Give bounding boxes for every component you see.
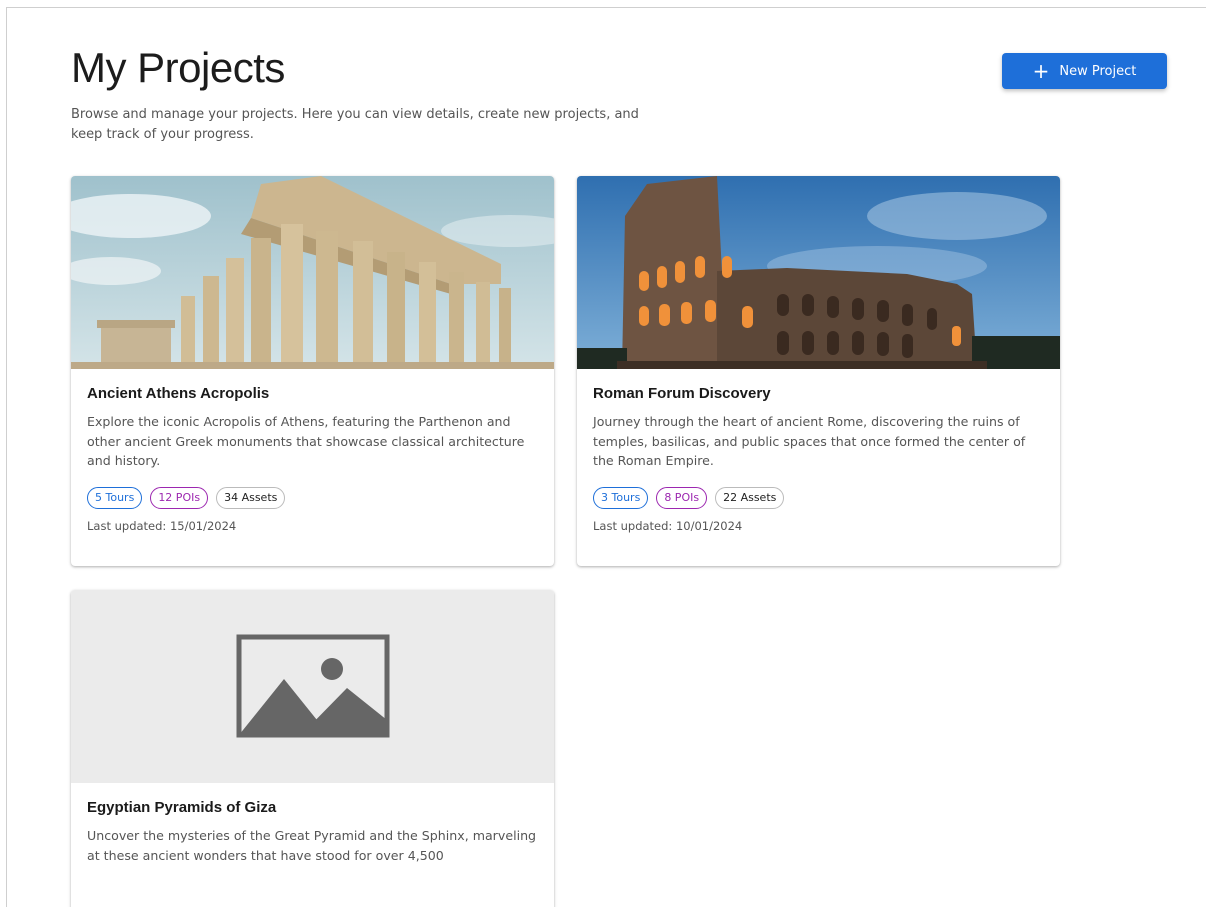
pois-chip[interactable]: 12 POIs xyxy=(150,486,209,509)
project-card-giza[interactable]: Egyptian Pyramids of Giza Uncover the my… xyxy=(71,590,554,907)
project-description: Journey through the heart of ancient Rom… xyxy=(593,414,1026,468)
pois-chip[interactable]: 8 POIs xyxy=(656,486,708,509)
image-placeholder xyxy=(71,590,554,783)
app-frame: My Projects Browse and manage your proje… xyxy=(6,7,1206,907)
project-title: Ancient Athens Acropolis xyxy=(87,385,270,402)
image-placeholder-icon xyxy=(236,634,390,738)
project-description: Uncover the mysteries of the Great Pyram… xyxy=(87,828,537,863)
page-title: My Projects xyxy=(71,44,285,91)
project-image-colosseum xyxy=(577,176,1060,369)
assets-chip[interactable]: 22 Assets xyxy=(715,486,785,509)
assets-chip[interactable]: 34 Assets xyxy=(216,486,286,509)
last-updated: Last updated: 15/01/2024 xyxy=(87,518,237,533)
last-updated: Last updated: 10/01/2024 xyxy=(593,518,743,533)
new-project-button[interactable]: + New Project xyxy=(1002,53,1167,89)
tours-chip[interactable]: 3 Tours xyxy=(593,486,649,509)
project-card-rome[interactable]: Roman Forum Discovery Journey through th… xyxy=(577,176,1060,566)
project-description: Explore the iconic Acropolis of Athens, … xyxy=(87,414,525,468)
new-project-label: New Project xyxy=(1059,63,1137,79)
plus-icon: + xyxy=(1032,59,1050,83)
project-card-athens[interactable]: Ancient Athens Acropolis Explore the ico… xyxy=(71,176,554,566)
tours-chip[interactable]: 5 Tours xyxy=(87,486,143,509)
project-stats: 3 Tours 8 POIs 22 Assets xyxy=(593,486,1044,509)
project-stats: 5 Tours 12 POIs 34 Assets xyxy=(87,486,538,509)
page-description: Browse and manage your projects. Here yo… xyxy=(71,107,639,142)
project-image-acropolis xyxy=(71,176,554,369)
project-title: Egyptian Pyramids of Giza xyxy=(87,799,277,816)
project-title: Roman Forum Discovery xyxy=(593,385,771,402)
